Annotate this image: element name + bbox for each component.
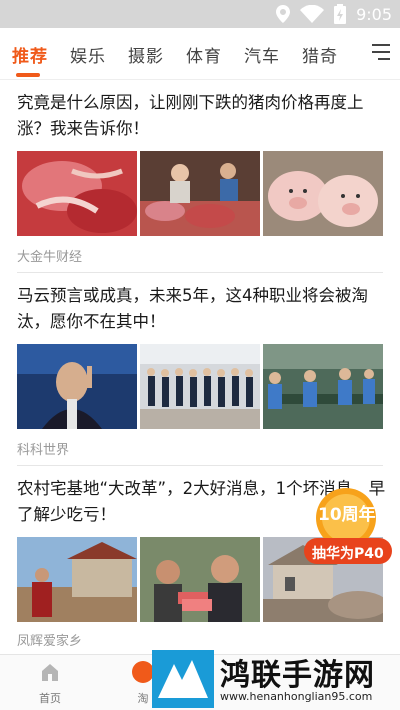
- status-icons: 9:05: [276, 4, 392, 24]
- location-icon: [276, 5, 291, 23]
- article-source: 凤辉爱家乡: [17, 634, 83, 649]
- tab-entertainment[interactable]: 娱乐: [70, 42, 106, 67]
- thumbnail-factory-workers: [263, 344, 383, 429]
- watermark-logo: [152, 650, 214, 708]
- nav-home-label: 首页: [39, 692, 61, 705]
- thumbnail-raw-pork: [17, 151, 137, 236]
- tab-sports[interactable]: 体育: [186, 42, 222, 67]
- wifi-icon: [300, 5, 325, 23]
- menu-icon[interactable]: [372, 44, 390, 62]
- battery-icon: [334, 4, 347, 24]
- article-headline[interactable]: 究竟是什么原因，让刚刚下跌的猪肉价格再度上涨？我来告诉你！: [17, 90, 387, 142]
- watermark-title: 鸿联手游网: [220, 658, 375, 693]
- article-thumbnails: [17, 344, 383, 429]
- site-watermark: 鸿联手游网 www.henanhonglian95.com: [152, 648, 400, 710]
- thumbnail-piglets: [263, 151, 383, 236]
- ad-badge-cta: 抽华为P40: [312, 546, 384, 562]
- thumbnail-speaker: [17, 344, 137, 429]
- article-headline[interactable]: 马云预言或成真，未来5年，这4种职业将会被淘汰，愿你不在其中！: [17, 283, 387, 335]
- ad-badge-title: 10周年: [318, 505, 376, 525]
- taobao-icon: [132, 661, 154, 683]
- status-time: 9:05: [356, 4, 392, 24]
- status-bar: 9:05: [0, 0, 400, 28]
- tab-curiosities[interactable]: 猎奇: [302, 42, 338, 67]
- tab-recommend[interactable]: 推荐: [12, 42, 48, 67]
- thumbnail-pork-market: [140, 151, 260, 236]
- divider: [17, 272, 383, 273]
- article-thumbnails: [17, 151, 383, 236]
- thumbnail-village-house: [17, 537, 137, 622]
- category-tab-bar: 推荐 娱乐 摄影 体育 汽车 猎奇: [0, 28, 400, 80]
- article-source: 科科世界: [17, 443, 70, 458]
- watermark-url: www.henanhonglian95.com: [220, 690, 373, 703]
- tab-photography[interactable]: 摄影: [128, 42, 164, 67]
- active-tab-indicator: [16, 73, 40, 77]
- nav-home[interactable]: 首页: [20, 661, 80, 706]
- divider: [17, 465, 383, 466]
- thumbnail-lobby-staff: [140, 344, 260, 429]
- home-icon: [42, 664, 58, 681]
- thumbnail-villagers-money: [140, 537, 260, 622]
- tab-cars[interactable]: 汽车: [244, 42, 280, 67]
- anniversary-ad-badge[interactable]: 10周年 抽华为P40: [298, 488, 394, 568]
- article-source: 大金牛财经: [17, 250, 83, 265]
